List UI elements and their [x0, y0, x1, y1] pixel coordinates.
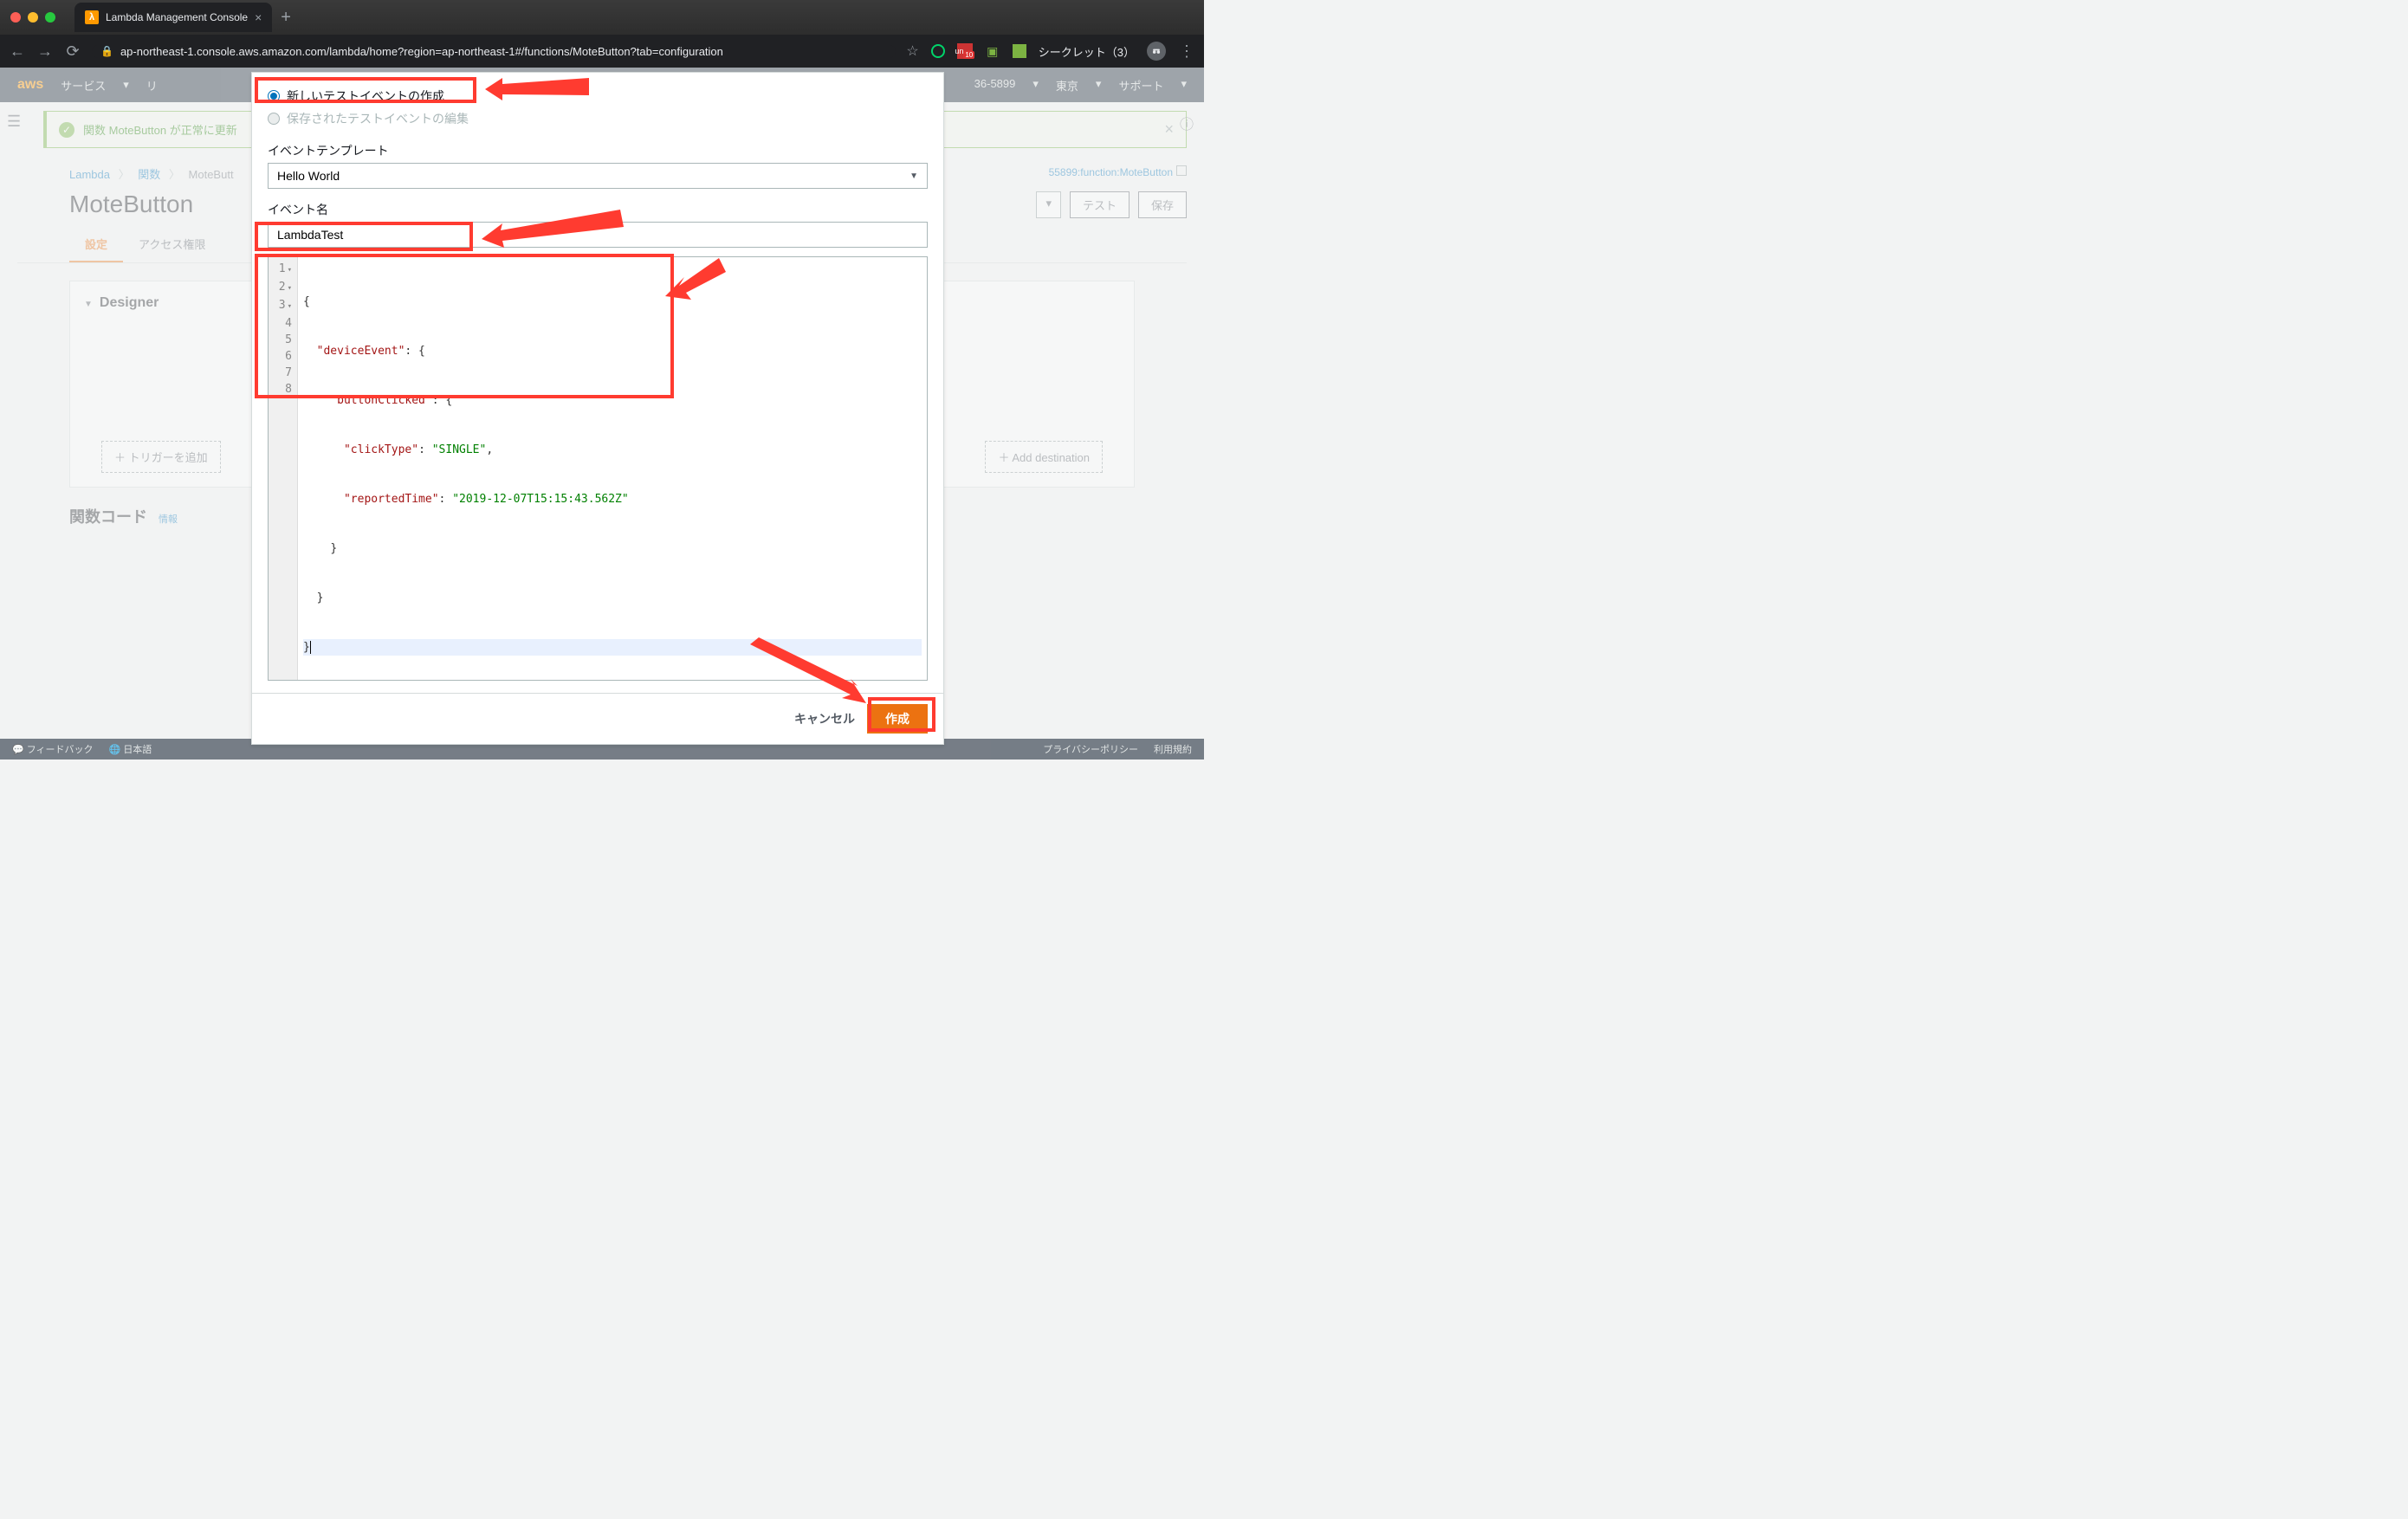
- breadcrumb-root[interactable]: Lambda: [69, 168, 110, 181]
- save-button[interactable]: 保存: [1138, 191, 1187, 218]
- radio-saved-label: 保存されたテストイベントの編集: [287, 110, 469, 127]
- extension-icon[interactable]: [1013, 44, 1026, 58]
- tab-close-button[interactable]: ×: [255, 10, 262, 24]
- template-select[interactable]: Hello World ▼: [268, 163, 928, 189]
- forward-button[interactable]: →: [36, 42, 54, 61]
- add-trigger-button[interactable]: ＋ トリガーを追加: [101, 441, 221, 473]
- incognito-label: シークレット（3）: [1039, 43, 1135, 60]
- template-label: イベントテンプレート: [268, 142, 928, 159]
- code-editor[interactable]: 1▾ 2▾ 3▾ 4 5 6 7 8 { "deviceEvent": { "b…: [268, 256, 928, 681]
- cancel-button[interactable]: キャンセル: [794, 710, 855, 727]
- browser-tab[interactable]: λ Lambda Management Console ×: [74, 3, 272, 32]
- back-button[interactable]: ←: [9, 42, 26, 61]
- breadcrumb-current: MoteButt: [189, 168, 234, 181]
- check-icon: ✓: [59, 122, 74, 138]
- banner-close-button[interactable]: ×: [1164, 120, 1174, 139]
- feedback-link[interactable]: 💬 フィードバック: [12, 742, 94, 756]
- bookmark-star-icon[interactable]: ☆: [906, 42, 918, 60]
- incognito-avatar-icon[interactable]: [1147, 42, 1166, 61]
- chevron-down-icon: ▼: [909, 171, 918, 181]
- tab-title: Lambda Management Console: [106, 11, 248, 23]
- menu-button[interactable]: ⋮: [1178, 42, 1195, 61]
- extension-icons: ☆ un10 ▣ シークレット（3） ⋮: [906, 42, 1195, 61]
- info-icon[interactable]: ⓘ: [1180, 113, 1194, 133]
- line-gutter: 1▾ 2▾ 3▾ 4 5 6 7 8: [269, 257, 298, 680]
- extension-icon[interactable]: [931, 44, 945, 58]
- window-minimize-button[interactable]: [28, 12, 38, 23]
- create-button[interactable]: 作成: [867, 704, 928, 734]
- banner-text: 関数 MoteButton が正常に更新: [83, 121, 237, 138]
- lock-icon: 🔒: [100, 45, 113, 57]
- modal-footer: キャンセル 作成: [252, 693, 943, 744]
- extension-icon[interactable]: ▣: [985, 43, 1000, 59]
- support-menu[interactable]: サポート: [1118, 77, 1163, 94]
- test-button[interactable]: テスト: [1070, 191, 1130, 218]
- actions-dropdown[interactable]: ▾: [1036, 191, 1061, 218]
- window-close-button[interactable]: [10, 12, 21, 23]
- window-maximize-button[interactable]: [45, 12, 55, 23]
- event-name-label: イベント名: [268, 201, 928, 218]
- lambda-favicon-icon: λ: [85, 10, 99, 24]
- radio-new-event[interactable]: 新しいテストイベントの作成: [268, 85, 928, 107]
- browser-chrome: λ Lambda Management Console × + ← → ⟳ 🔒 …: [0, 0, 1204, 68]
- radio-saved-event[interactable]: 保存されたテストイベントの編集: [268, 107, 928, 130]
- test-event-modal: 新しいテストイベントの作成 保存されたテストイベントの編集 イベントテンプレート…: [251, 72, 944, 745]
- tab-bar: λ Lambda Management Console × +: [0, 0, 1204, 35]
- traffic-lights: [7, 12, 64, 23]
- tab-configuration[interactable]: 設定: [69, 227, 123, 262]
- info-link[interactable]: 情報: [159, 514, 178, 525]
- add-destination-button[interactable]: ＋ Add destination: [985, 441, 1103, 473]
- account-menu[interactable]: 36-5899: [974, 77, 1016, 94]
- copy-icon[interactable]: [1176, 165, 1187, 176]
- reload-button[interactable]: ⟳: [64, 42, 81, 61]
- event-name-input[interactable]: [268, 222, 928, 248]
- url-field[interactable]: 🔒 ap-northeast-1.console.aws.amazon.com/…: [92, 45, 896, 58]
- url-bar: ← → ⟳ 🔒 ap-northeast-1.console.aws.amazo…: [0, 35, 1204, 68]
- radio-new-label: 新しいテストイベントの作成: [287, 87, 444, 105]
- sidebar-toggle-icon[interactable]: ☰: [7, 113, 21, 131]
- url-text: ap-northeast-1.console.aws.amazon.com/la…: [120, 45, 723, 58]
- page-title: MoteButton: [69, 191, 193, 218]
- code-area[interactable]: { "deviceEvent": { "buttonClicked": { "c…: [298, 257, 927, 680]
- radio-icon: [268, 113, 280, 125]
- arn-text: 55899:function:MoteButton: [1049, 165, 1187, 178]
- resources-menu[interactable]: リ: [146, 77, 158, 94]
- breadcrumb-functions[interactable]: 関数: [138, 168, 160, 181]
- privacy-link[interactable]: プライバシーポリシー: [1043, 742, 1138, 756]
- aws-logo[interactable]: aws: [17, 77, 43, 93]
- new-tab-button[interactable]: +: [272, 8, 300, 28]
- language-selector[interactable]: 🌐 日本語: [109, 742, 152, 756]
- services-menu[interactable]: サービス: [61, 77, 106, 94]
- template-value: Hello World: [277, 169, 340, 183]
- tab-permissions[interactable]: アクセス権限: [123, 227, 221, 262]
- radio-icon: [268, 90, 280, 102]
- extension-icon[interactable]: un10: [957, 43, 973, 59]
- region-menu[interactable]: 東京: [1056, 77, 1078, 94]
- terms-link[interactable]: 利用規約: [1154, 742, 1192, 756]
